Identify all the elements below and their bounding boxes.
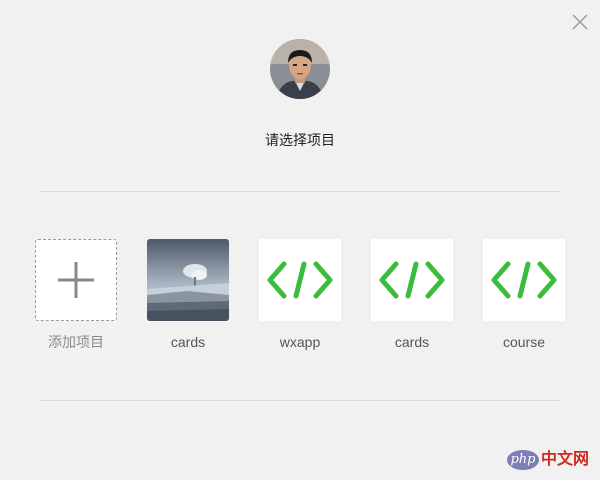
php-logo: php <box>507 450 539 470</box>
close-icon <box>572 14 588 30</box>
avatar[interactable] <box>270 39 330 99</box>
project-tile-cards-photo[interactable] <box>147 239 229 321</box>
code-brackets-icon <box>379 261 445 299</box>
project-label-add: 添加项目 <box>48 334 104 350</box>
project-label-course: course <box>502 334 546 350</box>
plus-icon <box>58 262 94 298</box>
project-label-wxapp: wxapp <box>279 334 321 350</box>
project-select-dialog: 请选择项目 添加项目 cards wxapp cards course php … <box>0 0 600 480</box>
divider-top <box>40 191 560 192</box>
close-button[interactable] <box>570 12 590 32</box>
code-brackets-icon <box>267 261 333 299</box>
project-tile-cards[interactable] <box>371 239 453 321</box>
project-label-cards-photo: cards <box>170 334 206 350</box>
watermark-text: 中文网 <box>541 451 590 468</box>
divider-bottom <box>40 400 560 401</box>
project-tile-wxapp[interactable] <box>259 239 341 321</box>
code-brackets-icon <box>491 261 557 299</box>
project-label-cards: cards <box>394 334 430 350</box>
add-project-button[interactable] <box>35 239 117 321</box>
page-title: 请选择项目 <box>265 132 335 148</box>
landscape-thumbnail <box>147 239 229 321</box>
project-tile-course[interactable] <box>483 239 565 321</box>
